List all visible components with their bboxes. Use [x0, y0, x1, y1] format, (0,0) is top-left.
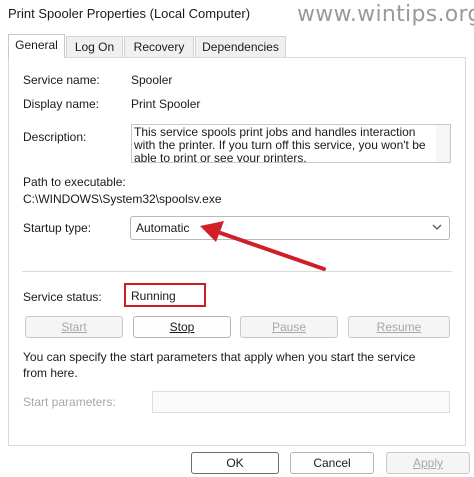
- service-name-value: Spooler: [131, 73, 173, 87]
- service-status-highlight: Running: [124, 283, 206, 307]
- stop-button[interactable]: Stop: [133, 316, 231, 338]
- pause-button-label: Pause: [271, 320, 307, 334]
- ok-button[interactable]: OK: [191, 452, 279, 474]
- startup-type-label: Startup type:: [23, 221, 92, 235]
- start-params-input[interactable]: [152, 391, 450, 413]
- divider: [22, 271, 452, 272]
- path-label: Path to executable:: [23, 175, 126, 189]
- start-button[interactable]: Start: [25, 316, 123, 338]
- title-bar: Print Spooler Properties (Local Computer…: [0, 0, 474, 32]
- startup-type-value: Automatic: [136, 221, 190, 235]
- ok-button-label: OK: [226, 456, 244, 470]
- cancel-button[interactable]: Cancel: [290, 452, 374, 474]
- start-params-info: You can specify the start parameters tha…: [23, 350, 416, 380]
- resume-button[interactable]: Resume: [348, 316, 450, 338]
- cancel-button-label: Cancel: [313, 456, 351, 470]
- description-scrollbar[interactable]: [436, 125, 450, 162]
- display-name-label: Display name:: [23, 97, 100, 111]
- service-status-value: Running: [131, 289, 176, 303]
- apply-button[interactable]: Apply: [386, 452, 470, 474]
- tab-recovery[interactable]: Recovery: [124, 36, 194, 57]
- stop-button-label: Stop: [169, 320, 195, 334]
- start-button-label: Start: [61, 320, 87, 334]
- chevron-down-icon: [432, 224, 442, 230]
- watermark: www.wintips.org: [297, 2, 474, 27]
- description-text: This service spools print jobs and handl…: [134, 125, 426, 163]
- description-box[interactable]: This service spools print jobs and handl…: [131, 124, 451, 163]
- tab-log-on[interactable]: Log On: [66, 36, 123, 57]
- tab-dependencies[interactable]: Dependencies: [195, 36, 286, 57]
- service-name-label: Service name:: [23, 73, 100, 87]
- tab-general[interactable]: General: [8, 34, 65, 58]
- display-name-value: Print Spooler: [131, 97, 201, 111]
- window-title: Print Spooler Properties (Local Computer…: [8, 6, 251, 21]
- arrow-icon: [200, 221, 326, 271]
- path-value: C:\WINDOWS\System32\spoolsv.exe: [23, 192, 222, 206]
- service-status-label: Service status:: [23, 290, 102, 304]
- start-params-label: Start parameters:: [23, 395, 116, 409]
- resume-button-label: Resume: [376, 320, 422, 334]
- apply-button-label: Apply: [412, 456, 444, 470]
- pause-button[interactable]: Pause: [240, 316, 338, 338]
- description-label: Description:: [23, 130, 87, 144]
